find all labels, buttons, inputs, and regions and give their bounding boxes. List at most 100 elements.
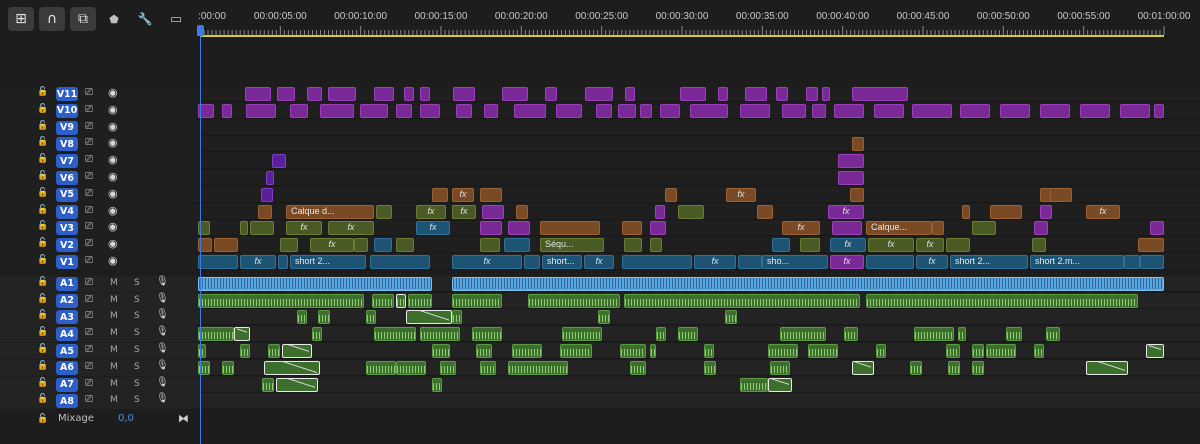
timeline-clip[interactable]: [932, 221, 944, 236]
lock-icon[interactable]: 🔓: [37, 188, 48, 198]
timeline-clip[interactable]: [406, 310, 452, 325]
sync-lock-icon[interactable]: ⎚: [85, 310, 93, 321]
lock-icon[interactable]: 🔓: [37, 104, 48, 114]
timeline-clip[interactable]: [545, 87, 557, 101]
timeline-clip[interactable]: fx: [782, 221, 820, 236]
timeline-clip[interactable]: [480, 187, 502, 202]
timeline-clip[interactable]: [680, 87, 706, 101]
timeline-clip[interactable]: [800, 238, 820, 253]
sync-lock-icon[interactable]: ⎚: [85, 394, 93, 405]
timeline-clip[interactable]: [277, 87, 295, 101]
timeline-clip[interactable]: fx: [916, 255, 948, 269]
timeline-clip[interactable]: [822, 87, 830, 101]
timeline-clip[interactable]: [768, 377, 792, 392]
timeline-clip[interactable]: [480, 238, 500, 253]
timeline-clip[interactable]: [704, 360, 716, 375]
timeline-clip[interactable]: [472, 327, 502, 342]
timeline-clip[interactable]: short 2...: [290, 255, 366, 269]
lock-icon[interactable]: 🔓: [37, 205, 48, 215]
timeline-clip[interactable]: [456, 103, 472, 118]
timeline-clip[interactable]: [972, 360, 984, 375]
timeline-clip[interactable]: [540, 221, 600, 236]
eye-icon[interactable]: ◉: [108, 103, 118, 116]
solo-button[interactable]: S: [134, 345, 140, 355]
timeline-clip[interactable]: fx: [452, 255, 522, 269]
track-row-a5[interactable]: 🔓 A5 ⎚ M S 🎙: [0, 343, 1200, 360]
sync-lock-icon[interactable]: ⎚: [85, 121, 93, 132]
timeline-clip[interactable]: [910, 360, 922, 375]
timeline-clip[interactable]: [560, 344, 592, 359]
timeline-clip[interactable]: [297, 310, 307, 325]
timeline-clip[interactable]: [690, 103, 728, 118]
timeline-clip[interactable]: [396, 238, 414, 253]
timeline-clip[interactable]: [452, 310, 462, 325]
timeline-clip[interactable]: [328, 87, 356, 101]
lock-icon[interactable]: 🔓: [37, 394, 48, 404]
timeline-clip[interactable]: [312, 327, 322, 342]
timeline-clip[interactable]: [618, 103, 636, 118]
eye-icon[interactable]: ◉: [108, 254, 118, 267]
sync-lock-icon[interactable]: ⎚: [85, 171, 93, 182]
timeline-clip[interactable]: [354, 238, 368, 253]
mute-button[interactable]: M: [110, 379, 118, 389]
solo-button[interactable]: S: [134, 278, 140, 288]
mute-button[interactable]: M: [110, 395, 118, 405]
time-ruler[interactable]: :00:00 00:00:05:00 00:00:10:00 00:00:15:00 0…: [198, 0, 1200, 40]
track-row-v11[interactable]: 🔓 V11 ⎚ ◉: [0, 86, 1200, 102]
sync-lock-icon[interactable]: ⎚: [85, 188, 93, 199]
timeline-clip[interactable]: fx: [828, 204, 864, 219]
timeline-clip[interactable]: fx: [240, 255, 276, 269]
timeline-clip[interactable]: [374, 87, 394, 101]
microphone-icon[interactable]: 🎙: [156, 326, 169, 337]
lock-icon[interactable]: 🔓: [37, 255, 48, 265]
track-row-v1[interactable]: 🔓 V1 ⎚ ◉ fx short 2... fx short... fx fx sho... fx f…: [0, 254, 1200, 270]
timeline-clip[interactable]: [516, 204, 528, 219]
sync-lock-icon[interactable]: ⎚: [85, 104, 93, 115]
microphone-icon[interactable]: 🎙: [156, 276, 169, 287]
timeline-clip[interactable]: [198, 276, 432, 291]
timeline-clip[interactable]: [264, 360, 320, 375]
timeline-clip[interactable]: [1124, 255, 1140, 269]
timeline-clip[interactable]: [806, 87, 818, 101]
timeline-clip[interactable]: fx: [830, 255, 864, 269]
timeline-clip[interactable]: [757, 204, 773, 219]
timeline-clip[interactable]: fx: [726, 187, 756, 202]
lock-icon[interactable]: 🔓: [37, 344, 48, 354]
timeline-clip[interactable]: [986, 344, 1016, 359]
timeline-clip[interactable]: [585, 87, 613, 101]
track-target-a6[interactable]: A6: [56, 360, 78, 375]
timeline-clip[interactable]: [360, 103, 388, 118]
timeline-clip[interactable]: [222, 360, 234, 375]
timeline-clip[interactable]: [420, 327, 460, 342]
timeline-clip[interactable]: fx: [452, 204, 476, 219]
timeline-clip[interactable]: [198, 327, 234, 342]
sync-lock-icon[interactable]: ⎚: [85, 154, 93, 165]
timeline-clip[interactable]: fx: [286, 221, 322, 236]
timeline-clip[interactable]: [866, 293, 1138, 308]
timeline-clip[interactable]: fx: [416, 204, 446, 219]
timeline-clip[interactable]: [972, 344, 984, 359]
timeline-clip[interactable]: [366, 310, 376, 325]
solo-button[interactable]: S: [134, 395, 140, 405]
mute-button[interactable]: M: [110, 345, 118, 355]
lock-icon[interactable]: 🔓: [37, 414, 48, 424]
timeline-clip[interactable]: [376, 204, 392, 219]
timeline-clip[interactable]: [420, 103, 440, 118]
timeline-clip[interactable]: [782, 103, 806, 118]
timeline-clip[interactable]: [772, 238, 790, 253]
timeline-clip[interactable]: [780, 327, 826, 342]
timeline-clip[interactable]: [740, 103, 770, 118]
timeline-clip[interactable]: [624, 238, 642, 253]
eye-icon[interactable]: ◉: [108, 170, 118, 183]
timeline-clip[interactable]: [508, 221, 530, 236]
timeline-clip[interactable]: Calque d...: [286, 204, 374, 219]
timeline-clip[interactable]: [1040, 204, 1052, 219]
eye-icon[interactable]: ◉: [108, 237, 118, 250]
track-target-a3[interactable]: A3: [56, 310, 78, 325]
timeline-clip[interactable]: [912, 103, 952, 118]
timeline-clip[interactable]: [452, 293, 502, 308]
timeline-clip[interactable]: [655, 204, 665, 219]
timeline-clip[interactable]: Séqu...: [540, 238, 604, 253]
timeline-clip[interactable]: [852, 87, 908, 101]
track-target-a8[interactable]: A8: [56, 394, 78, 409]
